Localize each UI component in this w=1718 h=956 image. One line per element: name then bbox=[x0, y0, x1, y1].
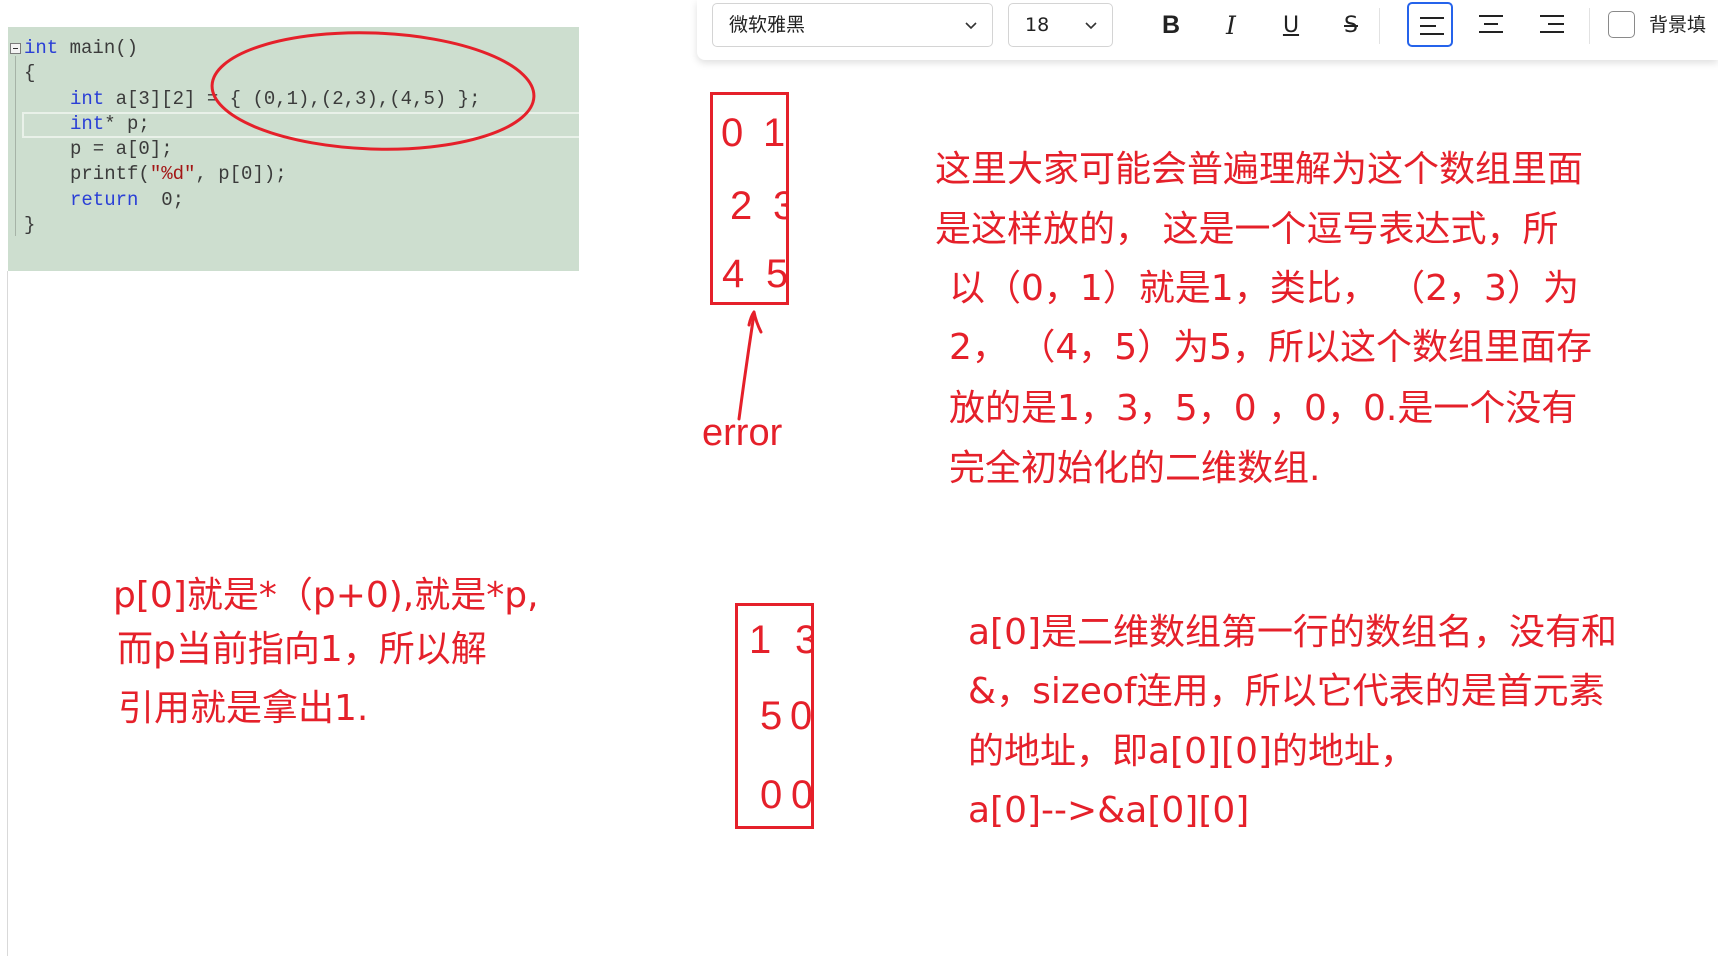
code-line: printf("%d", p[0]); bbox=[8, 162, 579, 187]
code-text: , p[0]); bbox=[195, 163, 287, 186]
font-family-value: 微软雅黑 bbox=[729, 14, 806, 36]
font-size-value: 18 bbox=[1025, 14, 1050, 36]
matrix-cell: 1 bbox=[749, 618, 772, 662]
toolbar-divider bbox=[1589, 8, 1590, 44]
ink-arrow-shaft bbox=[737, 312, 756, 421]
align-left-icon bbox=[1420, 17, 1444, 35]
toolbar-divider bbox=[1379, 8, 1380, 44]
matrix-cell: 0 bbox=[721, 111, 744, 155]
align-right-button[interactable] bbox=[1529, 2, 1575, 47]
code-text: main() bbox=[58, 37, 139, 59]
background-fill-checkbox[interactable] bbox=[1608, 11, 1635, 38]
matrix-before-box: 0 1 2 3 4 5 bbox=[710, 92, 789, 305]
font-family-select[interactable]: 微软雅黑 bbox=[712, 3, 993, 47]
bold-icon: B bbox=[1161, 10, 1181, 39]
align-center-icon bbox=[1479, 15, 1503, 33]
matrix-cell: 0 bbox=[760, 773, 783, 817]
note-line: 2， （4，5）为5，所以这个数组里面存 bbox=[949, 327, 1593, 368]
bold-button[interactable]: B bbox=[1149, 3, 1193, 47]
note-line: 这里大家可能会普遍理解为这个数组里面 bbox=[935, 149, 1584, 190]
code-text: { bbox=[24, 62, 36, 85]
icon-stroke bbox=[1540, 31, 1564, 33]
code-line: int a[3][2] = { (0,1),(2,3),(4,5) }; bbox=[8, 87, 579, 112]
note-line: 完全初始化的二维数组. bbox=[949, 448, 1321, 489]
matrix-cell: 5 bbox=[766, 252, 789, 296]
code-text: * p; bbox=[104, 112, 150, 135]
icon-stroke bbox=[1548, 23, 1564, 25]
align-center-button[interactable] bbox=[1468, 2, 1514, 47]
font-size-select[interactable]: 18 bbox=[1008, 3, 1113, 47]
italic-icon: I bbox=[1226, 10, 1236, 40]
code-string: "%d" bbox=[149, 163, 196, 186]
code-line: int* p; bbox=[8, 112, 579, 137]
matrix-cell: 1 bbox=[763, 111, 786, 155]
align-right-icon bbox=[1540, 15, 1564, 33]
code-keyword: int bbox=[70, 112, 105, 135]
code-text: a[3][2] = { (0,1),(2,3),(4,5) }; bbox=[104, 87, 481, 110]
code-keyword: return bbox=[70, 188, 139, 211]
italic-button[interactable]: I bbox=[1209, 3, 1253, 47]
code-text: 0; bbox=[138, 188, 185, 211]
icon-stroke bbox=[1479, 15, 1503, 17]
underline-button[interactable]: U bbox=[1269, 3, 1313, 47]
matrix-cell: 3 bbox=[795, 618, 811, 662]
note-line: 放的是1，3，5，0 ，0，0.是一个没有 bbox=[949, 388, 1578, 429]
icon-stroke bbox=[1420, 25, 1436, 27]
code-line: { bbox=[8, 61, 579, 86]
code-lines: int main() { int a[3][2] = { (0,1),(2,3)… bbox=[8, 36, 579, 238]
format-toolbar: 微软雅黑 18 B I U S 背景填 bbox=[697, 0, 1718, 60]
code-keyword: int bbox=[24, 37, 59, 59]
note-line: a[0]是二维数组第一行的数组名，没有和 bbox=[968, 612, 1618, 653]
note-line: 而p当前指向1，所以解 bbox=[117, 629, 487, 670]
code-line: } bbox=[8, 213, 579, 238]
note-line: &，sizeof连用，所以它代表的是首元素 bbox=[968, 671, 1605, 712]
code-text: printf( bbox=[70, 163, 150, 186]
matrix-cell: 0 bbox=[791, 773, 814, 817]
icon-stroke bbox=[1420, 17, 1444, 19]
align-left-button[interactable] bbox=[1407, 2, 1453, 47]
chevron-down-icon bbox=[965, 22, 977, 30]
note-line: p[0]就是*（p+0),就是*p, bbox=[113, 575, 539, 616]
note-line: 的地址，即a[0][0]的地址， bbox=[968, 731, 1417, 772]
underline-icon: U bbox=[1282, 12, 1300, 38]
matrix-cell: 4 bbox=[722, 252, 745, 296]
code-line: p = a[0]; bbox=[8, 137, 579, 162]
matrix-cell: 5 bbox=[760, 694, 783, 738]
matrix-cell: 2 bbox=[730, 184, 753, 228]
icon-stroke bbox=[1420, 33, 1444, 35]
code-keyword: int bbox=[70, 87, 105, 110]
code-text: p = a[0]; bbox=[70, 138, 173, 161]
error-label: error bbox=[702, 412, 783, 454]
strikethrough-button[interactable]: S bbox=[1329, 3, 1373, 47]
icon-stroke bbox=[1540, 15, 1564, 17]
note-line: 引用就是拿出1. bbox=[118, 688, 369, 729]
note-line: 以（0，1）就是1，类比， （2，3）为 bbox=[949, 268, 1579, 309]
note-line: 是这样放的， 这是一个逗号表达式，所 bbox=[935, 209, 1559, 250]
code-text: } bbox=[24, 214, 36, 237]
ink-arrow-head bbox=[747, 310, 763, 334]
note-line: a[0]-->&a[0][0] bbox=[968, 790, 1250, 831]
background-fill-label: 背景填 bbox=[1649, 14, 1707, 36]
strikethrough-icon: S bbox=[1344, 12, 1358, 38]
chevron-down-icon bbox=[1085, 22, 1097, 30]
code-screenshot: int main() { int a[3][2] = { (0,1),(2,3)… bbox=[8, 27, 579, 271]
matrix-cell: 3 bbox=[773, 184, 786, 228]
icon-stroke bbox=[1479, 31, 1503, 33]
code-line: return 0; bbox=[8, 188, 579, 213]
matrix-after-box: 1 3 5 0 0 0 bbox=[735, 603, 814, 829]
document-left-edge bbox=[7, 271, 8, 956]
icon-stroke bbox=[1484, 23, 1498, 25]
matrix-cell: 0 bbox=[790, 694, 813, 738]
code-line: int main() bbox=[8, 36, 579, 61]
